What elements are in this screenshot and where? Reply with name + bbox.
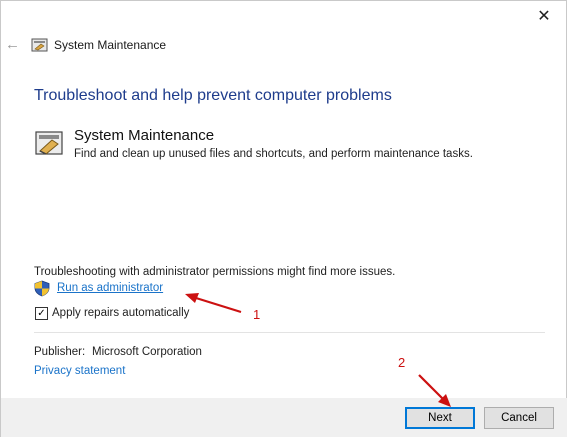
task-title: System Maintenance <box>74 127 215 144</box>
checkmark-icon: ✓ <box>37 307 46 319</box>
publisher-label: Publisher: <box>34 346 86 358</box>
close-icon: ✕ <box>537 8 551 25</box>
apply-repairs-checkbox[interactable]: ✓ <box>35 307 48 320</box>
footer-bar <box>1 398 567 437</box>
apply-repairs-label[interactable]: Apply repairs automatically <box>52 307 189 319</box>
publisher-value: Microsoft Corporation <box>92 346 202 358</box>
annotation-label-2: 2 <box>398 355 406 370</box>
system-maintenance-icon <box>35 131 63 155</box>
close-button[interactable]: ✕ <box>532 5 556 27</box>
run-as-administrator-link[interactable]: Run as administrator <box>57 282 163 294</box>
separator <box>34 332 545 333</box>
cancel-button[interactable]: Cancel <box>484 407 554 429</box>
annotation-label-1: 1 <box>253 307 261 322</box>
back-arrow-icon: ← <box>5 36 20 53</box>
next-button[interactable]: Next <box>405 407 475 429</box>
nav-title: System Maintenance <box>54 38 167 52</box>
uac-shield-icon <box>34 280 50 297</box>
page-heading: Troubleshoot and help prevent computer p… <box>34 87 392 104</box>
task-description: Find and clean up unused files and short… <box>74 148 473 160</box>
privacy-statement-link[interactable]: Privacy statement <box>34 365 125 377</box>
troubleshooter-window: ✕ ← System Maintenance Troubleshoot and … <box>0 0 567 437</box>
annotation-arrow-1 <box>185 293 242 314</box>
back-button[interactable]: ← <box>5 36 20 53</box>
system-maintenance-icon <box>31 38 48 52</box>
admin-note: Troubleshooting with administrator permi… <box>34 266 396 278</box>
